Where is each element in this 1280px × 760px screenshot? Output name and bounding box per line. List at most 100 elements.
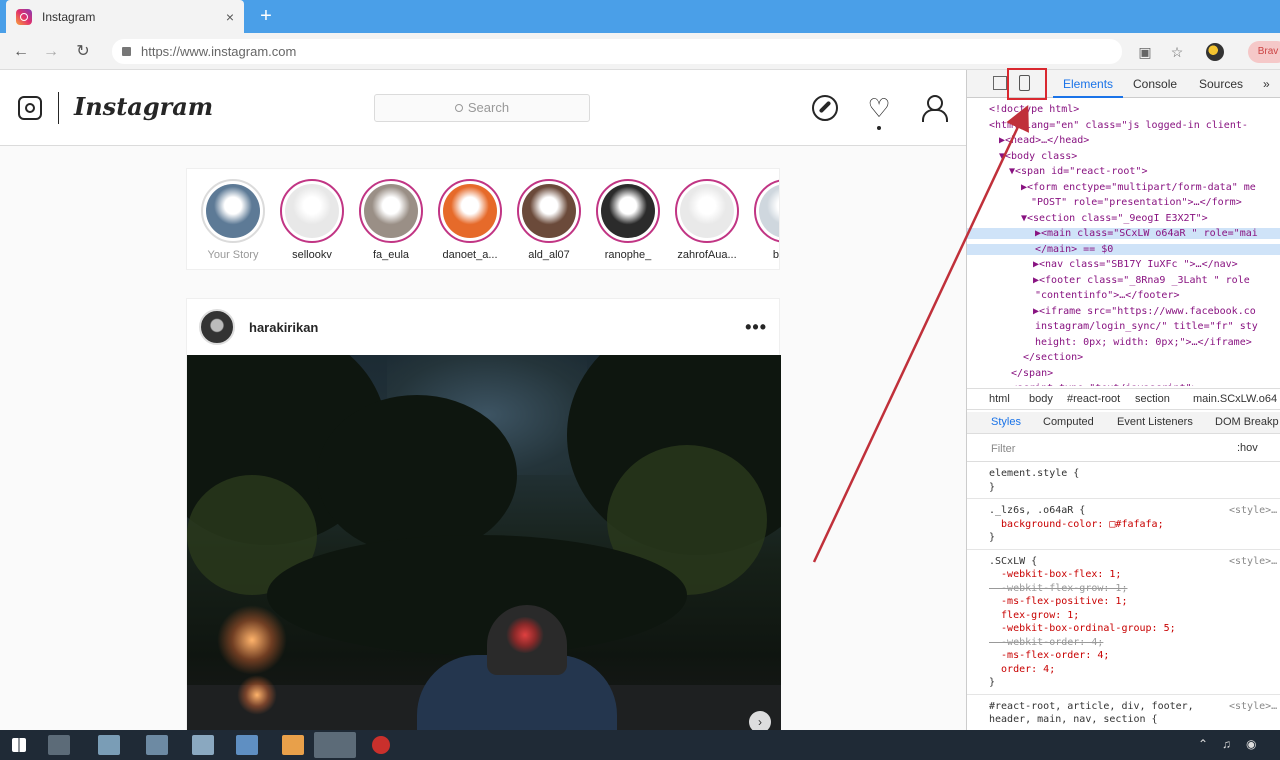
styles-tabbar: Styles Computed Event Listeners DOM Breakp: [967, 412, 1280, 434]
network-icon[interactable]: ◉: [1246, 737, 1256, 751]
search-input[interactable]: Search: [374, 94, 590, 122]
dom-node-line[interactable]: ▶<main class="SCxLW o64aR " role="mai: [967, 228, 1280, 239]
address-bar[interactable]: https://www.instagram.com: [112, 39, 1122, 64]
story-item[interactable]: ald_al07: [515, 179, 583, 261]
dom-node-line[interactable]: ▼<span id="react-root">: [1009, 166, 1147, 177]
styles-subtab[interactable]: Event Listeners: [1117, 416, 1193, 428]
css-selector[interactable]: }: [989, 482, 995, 493]
post-username[interactable]: harakirikan: [249, 320, 318, 335]
dom-node-line[interactable]: </section>: [1023, 352, 1083, 363]
dom-node-line[interactable]: ▶<nav class="SB17Y IuXFc ">…</nav>: [1033, 259, 1238, 270]
more-tabs-icon[interactable]: »: [1263, 77, 1270, 91]
windows-start-icon[interactable]: [12, 738, 26, 752]
breadcrumb-item[interactable]: html: [989, 393, 1010, 405]
inspect-element-icon[interactable]: [993, 76, 1007, 90]
dom-node-line[interactable]: ▼<section class="_9eogI E3X2T">: [1021, 213, 1208, 224]
css-declaration[interactable]: -ms-flex-positive: 1;: [989, 596, 1127, 607]
hover-state-button[interactable]: :hov: [1237, 442, 1258, 454]
tab-close-icon[interactable]: ×: [226, 9, 234, 25]
instagram-camera-icon[interactable]: [18, 96, 42, 120]
css-selector[interactable]: ._lz6s, .o64aR {: [989, 505, 1085, 516]
css-selector[interactable]: header, main, nav, section {: [989, 714, 1158, 725]
taskbar-opera-icon[interactable]: [372, 736, 390, 754]
story-ring: [596, 179, 660, 243]
story-item[interactable]: fa_eula: [357, 179, 425, 261]
story-item[interactable]: danoet_a...: [436, 179, 504, 261]
star-icon[interactable]: ☆: [1166, 41, 1188, 63]
breadcrumb-item[interactable]: #react-root: [1067, 393, 1120, 405]
css-declaration[interactable]: background-color: □#fafafa;: [989, 519, 1164, 530]
browser-tab-instagram[interactable]: Instagram ×: [6, 0, 244, 33]
dom-node-line[interactable]: </span>: [1011, 368, 1053, 379]
back-arrow-icon[interactable]: ←: [10, 41, 32, 63]
new-tab-button[interactable]: +: [254, 4, 278, 28]
tab-elements[interactable]: Elements: [1063, 77, 1113, 91]
dom-node-line[interactable]: "POST" role="presentation">…</form>: [1031, 197, 1242, 208]
breadcrumb-item[interactable]: main.SCxLW.o64: [1193, 393, 1277, 405]
css-selector[interactable]: #react-root, article, div, footer,: [989, 701, 1194, 712]
css-declaration[interactable]: -webkit-order: 4;: [989, 637, 1103, 648]
taskbar-app-icon[interactable]: [98, 735, 120, 755]
story-item[interactable]: zahrofАua...: [673, 179, 741, 261]
story-item[interactable]: sellookv: [278, 179, 346, 261]
styles-subtab[interactable]: Computed: [1043, 416, 1094, 428]
dom-node-line[interactable]: <!doctype html>: [989, 104, 1079, 115]
task-view-icon[interactable]: [48, 735, 70, 755]
profile-user-icon[interactable]: [920, 95, 948, 122]
css-source-link[interactable]: <style>…: [1229, 701, 1277, 712]
taskbar-app-icon[interactable]: [146, 735, 168, 755]
css-declaration[interactable]: -webkit-box-flex: 1;: [989, 569, 1121, 580]
forward-arrow-icon[interactable]: →: [40, 41, 62, 63]
dom-node-line[interactable]: ▶<footer class="_8Rna9 _3Laht " role: [1033, 275, 1250, 286]
explore-compass-icon[interactable]: [812, 95, 838, 121]
styles-filter-input[interactable]: Filter :hov: [967, 436, 1280, 462]
styles-subtab[interactable]: DOM Breakp: [1215, 416, 1279, 428]
dom-node-line[interactable]: ▶<iframe src="https://www.facebook.co: [1033, 306, 1256, 317]
css-selector[interactable]: .SCxLW {: [989, 556, 1037, 567]
more-options-icon[interactable]: •••: [745, 317, 767, 338]
dom-node-line[interactable]: height: 0px; width: 0px;">…</iframe>: [1035, 337, 1252, 348]
dom-node-line[interactable]: ▼<body class>: [999, 151, 1077, 162]
volume-icon[interactable]: ♫: [1222, 737, 1231, 751]
css-declaration[interactable]: -webkit-box-ordinal-group: 5;: [989, 623, 1176, 634]
extension-avatar-icon[interactable]: [1206, 43, 1224, 61]
css-selector[interactable]: }: [989, 677, 995, 688]
dom-node-line[interactable]: <script type="text/javascript">: [1011, 383, 1198, 386]
css-selector[interactable]: element.style {: [989, 468, 1079, 479]
story-item[interactable]: Your Story: [199, 179, 267, 261]
translate-icon[interactable]: ▣: [1134, 41, 1156, 63]
carousel-next-icon[interactable]: ›: [749, 711, 771, 731]
tray-arrow-icon[interactable]: ⌃: [1198, 737, 1208, 751]
post-author-avatar[interactable]: [199, 309, 235, 345]
taskbar-app-icon[interactable]: [282, 735, 304, 755]
tab-console[interactable]: Console: [1133, 77, 1177, 91]
taskbar-app-icon[interactable]: [236, 735, 258, 755]
dom-node-line[interactable]: ▶<head>…</head>: [999, 135, 1089, 146]
css-declaration[interactable]: order: 4;: [989, 664, 1055, 675]
breadcrumb-item[interactable]: section: [1135, 393, 1170, 405]
story-avatar: [206, 184, 260, 238]
styles-subtab[interactable]: Styles: [991, 416, 1021, 428]
css-source-link[interactable]: <style>…: [1229, 505, 1277, 516]
taskbar-active-app[interactable]: [314, 732, 356, 758]
css-source-link[interactable]: <style>…: [1229, 556, 1277, 567]
extension-pill[interactable]: Brav: [1248, 41, 1280, 63]
post-photo[interactable]: ›: [187, 355, 781, 731]
css-declaration[interactable]: -ms-flex-order: 4;: [989, 650, 1109, 661]
reload-icon[interactable]: ↻: [72, 41, 94, 63]
dom-node-line[interactable]: ▶<form enctype="multipart/form-data" me: [1021, 182, 1256, 193]
dom-node-line[interactable]: "contentinfo">…</footer>: [1035, 290, 1180, 301]
activity-heart-icon[interactable]: ♡: [866, 95, 892, 130]
css-declaration[interactable]: -webkit-flex-grow: 1;: [989, 583, 1127, 594]
tab-sources[interactable]: Sources: [1199, 77, 1243, 91]
taskbar-app-icon[interactable]: [192, 735, 214, 755]
dom-node-line[interactable]: instagram/login_sync/" title="fr" sty: [1035, 321, 1258, 332]
dom-node-line[interactable]: <html lang="en" class="js logged-in clie…: [989, 120, 1248, 131]
dom-node-line[interactable]: </main> == $0: [967, 243, 1280, 255]
story-item[interactable]: ranophe_: [594, 179, 662, 261]
css-selector[interactable]: }: [989, 532, 995, 543]
story-item[interactable]: bits...: [752, 179, 779, 261]
instagram-wordmark[interactable]: Instagram: [74, 92, 213, 121]
breadcrumb-item[interactable]: body: [1029, 393, 1053, 405]
css-declaration[interactable]: flex-grow: 1;: [989, 610, 1079, 621]
